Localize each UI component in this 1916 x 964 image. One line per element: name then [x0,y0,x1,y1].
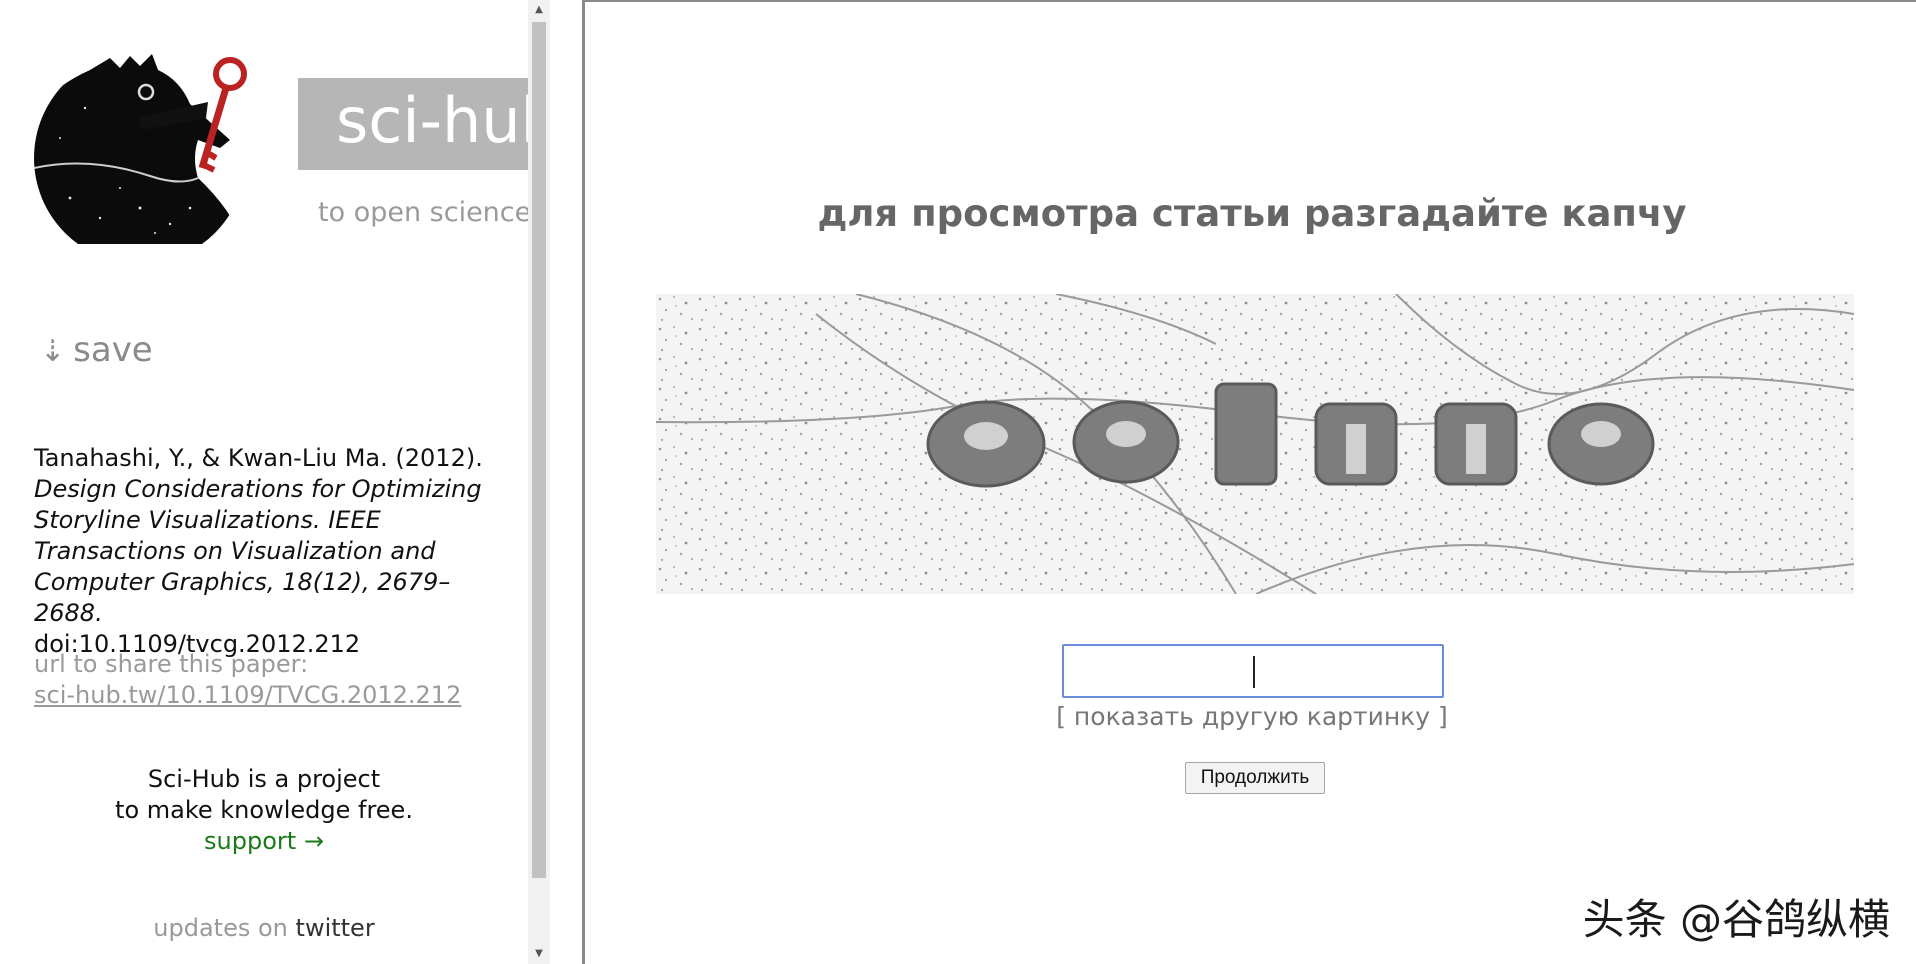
share-url-link[interactable]: sci-hub.tw/10.1109/TVCG.2012.212 [34,681,461,709]
save-link[interactable]: ⇣ save [40,330,153,370]
tagline: to open science [318,197,528,228]
updates-label: updates on [153,914,288,942]
captcha-title: для просмотра статьи разгадайте капчу [817,192,1687,235]
support-link[interactable]: support → [0,826,528,857]
citation-title: Design Considerations for Optimizing Sto… [34,475,482,627]
project-line-2: to make knowledge free. [115,796,413,824]
watermark-text: 头条 @谷鸽纵横 [1582,895,1890,944]
twitter-link[interactable]: twitter [296,914,375,942]
article-frame: для просмотра статьи разгадайте капчу [… [582,0,1916,964]
continue-button[interactable]: Продолжить [1185,762,1325,794]
scrollbar-thumb[interactable] [532,22,546,878]
project-info: Sci-Hub is a project to make knowledge f… [0,764,528,857]
scroll-up-icon[interactable]: ▲ [528,0,550,20]
share-label: url to share this paper: [34,650,309,678]
citation: Tanahashi, Y., & Kwan-Liu Ma. (2012). De… [34,443,504,660]
citation-authors: Tanahashi, Y., & Kwan-Liu Ma. (2012). [34,444,483,472]
reload-captcha-link[interactable]: [ показать другую картинку ] [585,702,1916,731]
side-menu: sci-hub to open science ⇣save Tanahashi,… [0,0,528,964]
brand-name: sci-hub [336,84,528,157]
project-line-1: Sci-Hub is a project [147,765,381,793]
save-label: save [73,330,153,370]
updates-line: updates on twitter [0,914,528,942]
sci-hub-raven-logo-icon[interactable] [30,48,270,244]
brand-banner[interactable]: sci-hub [298,78,528,170]
scroll-down-icon[interactable]: ▼ [528,944,550,964]
captcha-image [656,294,1854,594]
text-caret [1253,656,1255,688]
menu-scrollbar[interactable]: ▲ ▼ [528,0,550,964]
download-arrow-icon: ⇣ [40,334,66,369]
